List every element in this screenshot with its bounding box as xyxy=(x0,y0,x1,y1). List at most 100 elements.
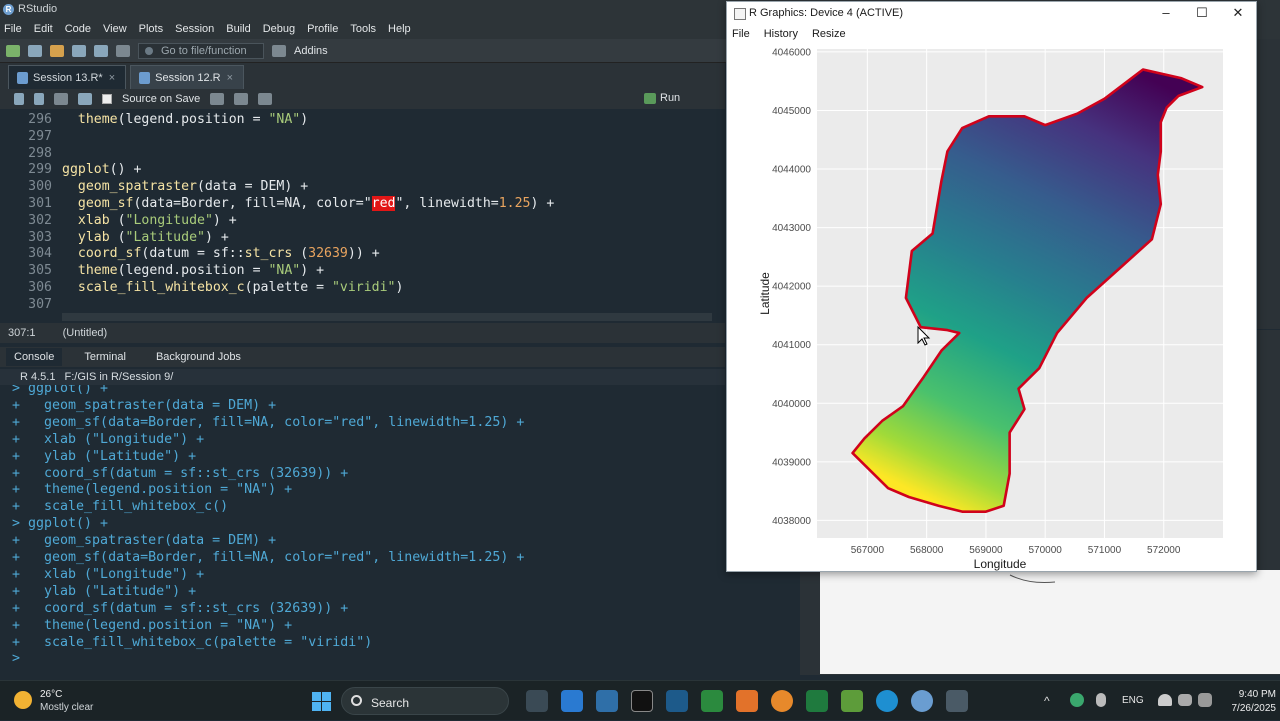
r-graphics-window[interactable]: R Graphics: Device 4 (ACTIVE) – ☐ ✕ File… xyxy=(726,1,1257,572)
app-icon[interactable] xyxy=(596,690,618,712)
show-in-window-icon[interactable] xyxy=(54,93,68,105)
console-line: + theme(legend.position = "NA") + xyxy=(12,617,293,633)
console-line: + geom_sf(data=Border, fill=NA, color="r… xyxy=(12,550,525,565)
console-line: + coord_sf(datum = sf::st_crs (32639)) + xyxy=(12,465,349,481)
code-line[interactable]: geom_sf(data=Border, fill=NA, color="red… xyxy=(62,196,554,211)
r-graphics-app-icon[interactable] xyxy=(946,690,968,712)
tab-background-jobs[interactable]: Background Jobs xyxy=(148,348,249,366)
graphics-menu-file[interactable]: File xyxy=(732,28,750,40)
console-line: + scale_fill_whitebox_c() xyxy=(12,499,229,515)
menu-plots[interactable]: Plots xyxy=(139,23,163,35)
code-line[interactable]: geom_spatraster(data = DEM) + xyxy=(62,179,308,194)
weather-icon[interactable] xyxy=(14,691,32,709)
files-app-icon[interactable] xyxy=(526,690,548,712)
battery-icon[interactable] xyxy=(1198,693,1212,707)
app-icon[interactable] xyxy=(666,690,688,712)
menu-tools[interactable]: Tools xyxy=(350,23,376,35)
editor-scrollbar[interactable] xyxy=(62,313,712,321)
vscode-icon[interactable] xyxy=(561,690,583,712)
open-file-icon[interactable] xyxy=(50,44,64,57)
code-line[interactable]: scale_fill_whitebox_c(palette = "viridi"… xyxy=(62,280,404,295)
console-line: + theme(legend.position = "NA") + xyxy=(12,482,293,498)
menu-help[interactable]: Help xyxy=(388,23,411,35)
tab-label: Session 12.R xyxy=(155,72,221,84)
language-indicator[interactable]: ENG xyxy=(1122,695,1144,706)
line-number: 298 xyxy=(28,145,52,161)
menu-session[interactable]: Session xyxy=(175,23,214,35)
code-line[interactable]: ggplot() + xyxy=(62,162,141,177)
menu-view[interactable]: View xyxy=(103,23,127,35)
capcut-icon[interactable] xyxy=(631,690,653,712)
tab-session-13[interactable]: Session 13.R* × xyxy=(8,65,127,89)
code-line[interactable]: coord_sf(datum = sf::st_crs (32639)) + xyxy=(62,246,380,261)
search-icon[interactable] xyxy=(210,93,225,105)
office-icon[interactable] xyxy=(736,690,758,712)
minimize-button[interactable]: – xyxy=(1148,2,1184,24)
run-button[interactable]: Run xyxy=(642,92,680,104)
taskbar-search[interactable]: Search xyxy=(341,687,509,715)
clock-date[interactable]: 7/26/2025 xyxy=(1212,703,1277,714)
source-on-save-checkbox[interactable] xyxy=(102,94,112,104)
taskbar: 26°C Mostly clear Search ^ ENG 9:40 PM 7… xyxy=(0,680,1280,720)
windows-start-icon[interactable] xyxy=(312,692,331,711)
weather-temp: 26°C xyxy=(40,689,63,700)
menu-profile[interactable]: Profile xyxy=(307,23,338,35)
line-number: 300 xyxy=(28,179,52,195)
new-project-icon[interactable] xyxy=(28,44,42,57)
menu-debug[interactable]: Debug xyxy=(263,23,295,35)
y-tick-label: 4041000 xyxy=(772,340,811,351)
clock-time[interactable]: 9:40 PM xyxy=(1226,689,1276,700)
maximize-button[interactable]: ☐ xyxy=(1184,2,1220,24)
grid-icon[interactable] xyxy=(272,44,286,57)
graphics-menu-history[interactable]: History xyxy=(764,28,798,40)
code-line[interactable]: xlab ("Longitude") + xyxy=(62,213,237,228)
graphics-menu-resize[interactable]: Resize xyxy=(812,28,846,40)
weather-desc: Mostly clear xyxy=(40,702,94,713)
sync-icon[interactable] xyxy=(1070,693,1084,707)
back-icon[interactable] xyxy=(14,93,24,105)
menu-edit[interactable]: Edit xyxy=(34,23,53,35)
menu-build[interactable]: Build xyxy=(226,23,250,35)
code-line[interactable]: ylab ("Latitude") + xyxy=(62,230,229,245)
wand-icon[interactable] xyxy=(234,93,249,105)
forward-icon[interactable] xyxy=(34,93,44,105)
menu-file[interactable]: File xyxy=(4,23,22,35)
code-line[interactable]: theme(legend.position = "NA") xyxy=(62,112,308,127)
goto-file-input[interactable]: Go to file/function xyxy=(138,42,264,59)
wifi-icon[interactable] xyxy=(1158,694,1172,706)
microphone-icon[interactable] xyxy=(1096,693,1106,707)
rstudio-icon[interactable] xyxy=(911,690,933,712)
code-editor[interactable]: 296 theme(legend.position = "NA") 297 298 2… xyxy=(0,109,725,313)
close-icon[interactable]: × xyxy=(109,72,115,84)
speaker-icon[interactable] xyxy=(1178,694,1192,706)
console-line: > xyxy=(12,651,29,667)
print-icon[interactable] xyxy=(116,44,130,57)
save-all-icon[interactable] xyxy=(94,44,108,57)
tab-console[interactable]: Console xyxy=(6,348,63,366)
addins-menu[interactable]: Addins xyxy=(294,45,328,57)
close-button[interactable]: ✕ xyxy=(1220,2,1256,24)
viewer-map-fragment xyxy=(1009,574,1056,583)
console-output[interactable]: > ggplot() + + geom_spatraster(data = DEM… xyxy=(0,385,800,670)
console-path-bar: R 4.5.1 F:/GIS in R/Session 9/ xyxy=(0,369,725,385)
working-directory[interactable]: F:/GIS in R/Session 9/ xyxy=(65,371,174,383)
app-icon[interactable] xyxy=(841,690,863,712)
close-icon[interactable]: × xyxy=(227,72,233,84)
chevron-up-icon[interactable]: ^ xyxy=(1044,694,1056,708)
tab-session-12[interactable]: Session 12.R × xyxy=(130,65,245,89)
dem-map-plot: 567000 568000 569000 570000 571000 572000 4038… xyxy=(758,47,1223,571)
app-icon[interactable] xyxy=(701,690,723,712)
notebook-icon[interactable] xyxy=(258,93,273,105)
save-icon[interactable] xyxy=(72,44,86,57)
line-number: 297 xyxy=(28,128,52,144)
viewer-pane xyxy=(820,570,1280,674)
search-app-icon[interactable] xyxy=(771,690,793,712)
excel-icon[interactable] xyxy=(806,690,828,712)
save-icon[interactable] xyxy=(78,93,92,105)
edge-icon[interactable] xyxy=(876,690,898,712)
menu-code[interactable]: Code xyxy=(65,23,91,35)
scope-indicator[interactable]: (Untitled) xyxy=(63,327,108,339)
new-file-icon[interactable] xyxy=(6,44,20,57)
code-line[interactable]: theme(legend.position = "NA") + xyxy=(62,263,324,278)
tab-terminal[interactable]: Terminal xyxy=(76,348,134,366)
